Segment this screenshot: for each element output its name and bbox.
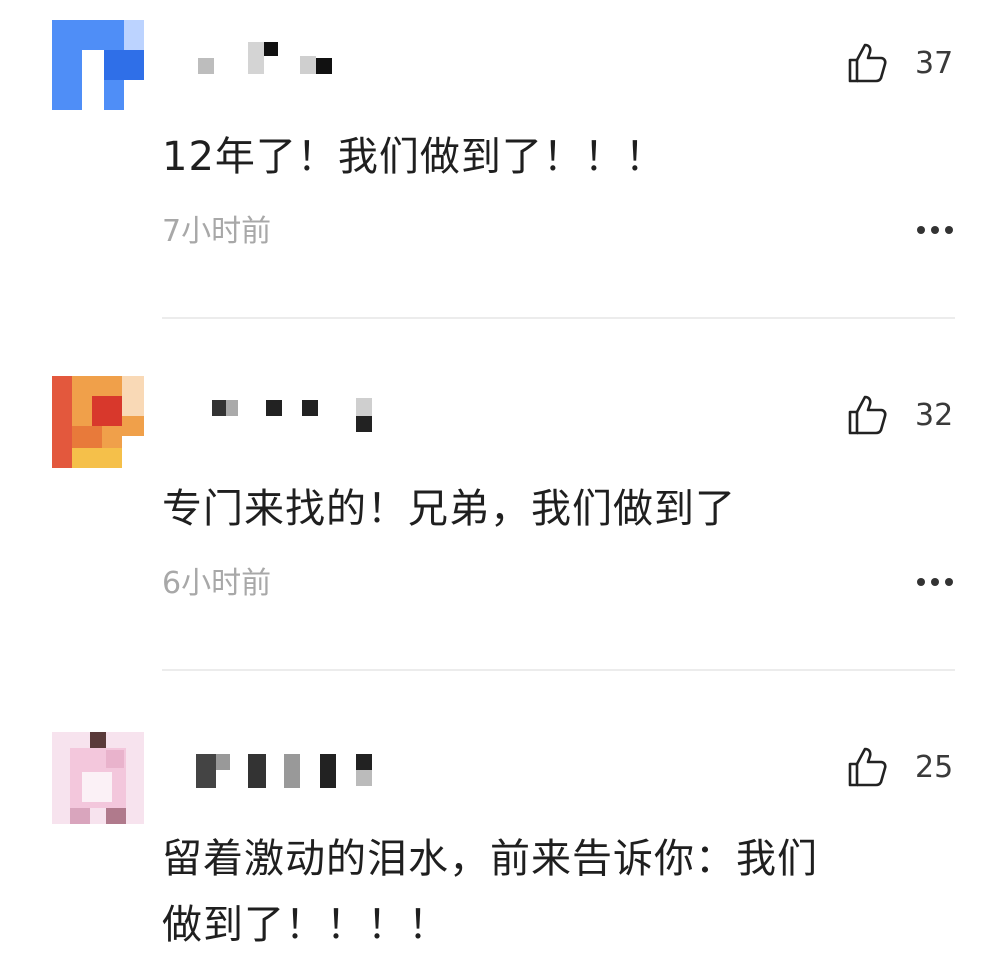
like-button[interactable]: 32	[845, 390, 985, 440]
comment-text-line: 做到了！！！！	[162, 902, 449, 948]
avatar[interactable]	[52, 376, 144, 468]
username-redacted[interactable]	[190, 746, 390, 788]
like-button[interactable]: 25	[845, 742, 985, 792]
username-redacted[interactable]	[190, 394, 390, 434]
like-count: 37	[915, 45, 954, 81]
like-button[interactable]: 37	[845, 38, 985, 88]
comment-text-line: 留着激动的泪水，前来告诉你：我们	[162, 836, 818, 882]
comment-text: 留着激动的泪水，前来告诉你：我们 做到了！！！！	[162, 826, 952, 958]
thumbs-up-icon	[848, 747, 887, 787]
thumbs-up-icon	[848, 43, 887, 83]
thumbs-up-icon	[848, 395, 887, 435]
like-count: 25	[915, 749, 954, 785]
divider	[162, 317, 955, 319]
avatar[interactable]	[52, 20, 144, 112]
comment-text: 专门来找的！兄弟，我们做到了	[162, 486, 736, 532]
divider	[162, 669, 955, 671]
comment-time: 7小时前	[162, 214, 272, 249]
more-dots-icon[interactable]	[915, 224, 955, 236]
comment-text: 12年了！我们做到了！！！	[162, 134, 666, 180]
username-redacted[interactable]	[190, 38, 390, 78]
comment-time: 6小时前	[162, 566, 272, 601]
more-dots-icon[interactable]	[915, 576, 955, 588]
avatar[interactable]	[52, 732, 144, 824]
like-count: 32	[915, 397, 954, 433]
